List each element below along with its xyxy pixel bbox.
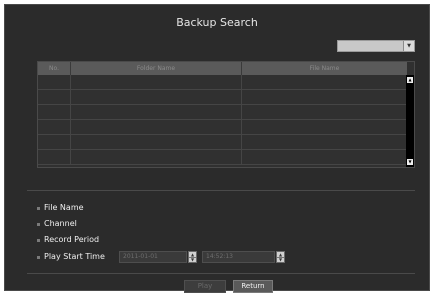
play-start-time-label: Play Start Time bbox=[44, 252, 105, 261]
table-cell-file-name bbox=[242, 135, 407, 149]
table-cell-file-name bbox=[242, 120, 407, 134]
time-stepper[interactable]: ▲ ▼ bbox=[276, 251, 285, 263]
table-row[interactable] bbox=[38, 150, 407, 165]
backup-search-dialog: Backup Search ▼ No. Folder Name File Nam… bbox=[4, 4, 430, 293]
table-header: No. Folder Name File Name bbox=[38, 62, 407, 75]
table-cell-folder-name bbox=[71, 150, 242, 164]
divider bbox=[27, 190, 415, 191]
date-stepper[interactable]: ▲ ▼ bbox=[188, 251, 197, 263]
play-start-date-field[interactable]: 2011-01-01 bbox=[119, 251, 187, 263]
table-cell-file-name bbox=[242, 105, 407, 119]
stepper-down-icon[interactable]: ▼ bbox=[277, 257, 284, 262]
table-cell-no bbox=[38, 90, 71, 104]
device-select[interactable]: ▼ bbox=[337, 40, 415, 52]
stepper-down-icon[interactable]: ▼ bbox=[189, 257, 196, 262]
table-row[interactable] bbox=[38, 135, 407, 150]
dialog-title: Backup Search bbox=[176, 16, 258, 29]
table-cell-no bbox=[38, 75, 71, 89]
table-cell-folder-name bbox=[71, 120, 242, 134]
backup-file-table: No. Folder Name File Name ▲ ▼ bbox=[37, 61, 415, 168]
table-cell-file-name bbox=[242, 90, 407, 104]
table-cell-no bbox=[38, 150, 71, 164]
table-cell-file-name bbox=[242, 150, 407, 164]
column-header-no: No. bbox=[38, 62, 71, 75]
table-cell-file-name bbox=[242, 75, 407, 89]
table-cell-folder-name bbox=[71, 75, 242, 89]
bullet-icon bbox=[37, 223, 40, 226]
table-row[interactable] bbox=[38, 120, 407, 135]
scroll-down-icon[interactable]: ▼ bbox=[407, 159, 413, 165]
chevron-down-icon[interactable]: ▼ bbox=[403, 41, 414, 51]
divider bbox=[27, 273, 415, 274]
table-cell-no bbox=[38, 135, 71, 149]
file-name-label: File Name bbox=[44, 203, 84, 212]
channel-label: Channel bbox=[44, 219, 77, 228]
column-header-folder-name: Folder Name bbox=[71, 62, 242, 75]
table-cell-folder-name bbox=[71, 90, 242, 104]
scroll-up-icon[interactable]: ▲ bbox=[407, 77, 413, 83]
play-start-time-field[interactable]: 14:52:13 bbox=[202, 251, 275, 263]
table-scrollbar[interactable]: ▲ ▼ bbox=[406, 75, 414, 167]
column-header-file-name: File Name bbox=[309, 65, 340, 72]
table-row[interactable] bbox=[38, 75, 407, 90]
record-period-label: Record Period bbox=[44, 235, 100, 244]
return-button[interactable]: Return bbox=[233, 280, 273, 293]
table-body bbox=[38, 75, 407, 167]
table-row[interactable] bbox=[38, 105, 407, 120]
play-button[interactable]: Play bbox=[184, 280, 226, 293]
table-cell-no bbox=[38, 120, 71, 134]
table-cell-no bbox=[38, 105, 71, 119]
table-row[interactable] bbox=[38, 90, 407, 105]
bullet-icon bbox=[37, 239, 40, 242]
bullet-icon bbox=[37, 256, 40, 259]
table-cell-folder-name bbox=[71, 135, 242, 149]
bullet-icon bbox=[37, 207, 40, 210]
table-cell-folder-name bbox=[71, 105, 242, 119]
